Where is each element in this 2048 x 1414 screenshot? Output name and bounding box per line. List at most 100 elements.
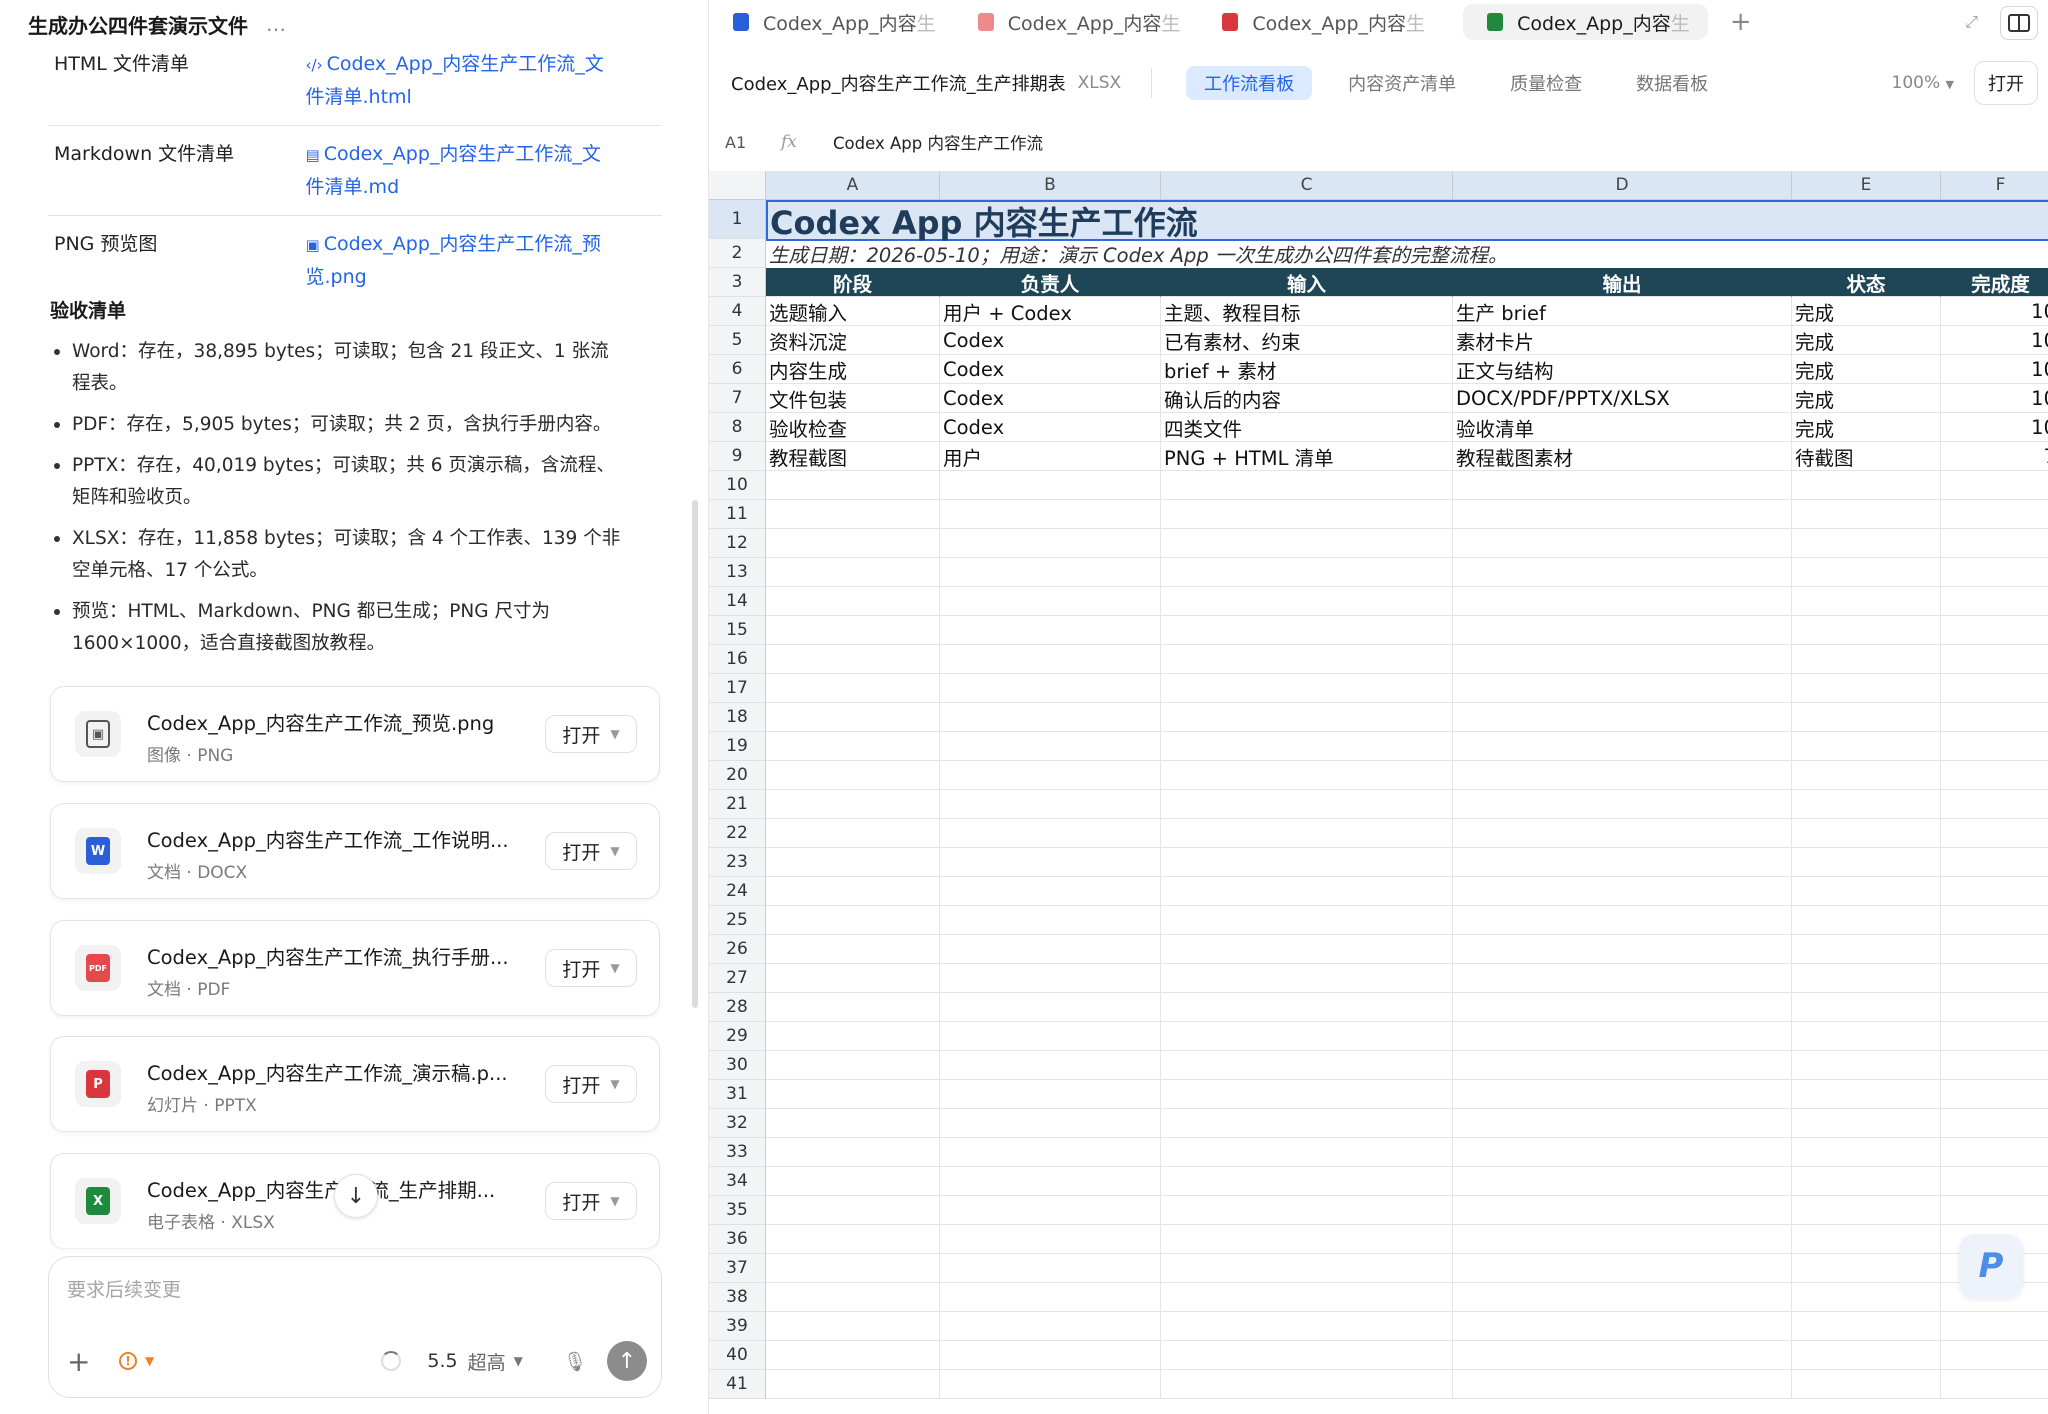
row-header[interactable]: 6 bbox=[709, 355, 766, 384]
row-header[interactable]: 14 bbox=[709, 587, 766, 616]
empty-cell[interactable] bbox=[940, 1051, 1161, 1080]
empty-cell[interactable] bbox=[1792, 616, 1941, 645]
file-card[interactable]: PDF Codex_App_内容生产工作流_执行手册... 文档 · PDF 打开 ▼ bbox=[50, 920, 660, 1016]
empty-cell[interactable] bbox=[1161, 1225, 1453, 1254]
row-header[interactable]: 10 bbox=[709, 471, 766, 500]
empty-cell[interactable] bbox=[1941, 1138, 2048, 1167]
table-cell[interactable]: Codex bbox=[940, 384, 1161, 413]
table-cell[interactable]: 用户 + Codex bbox=[940, 297, 1161, 326]
empty-cell[interactable] bbox=[766, 935, 940, 964]
empty-cell[interactable] bbox=[1161, 674, 1453, 703]
empty-cell[interactable] bbox=[1941, 1341, 2048, 1370]
empty-cell[interactable] bbox=[1453, 1138, 1792, 1167]
empty-cell[interactable] bbox=[1453, 848, 1792, 877]
empty-cell[interactable] bbox=[1453, 1370, 1792, 1399]
empty-cell[interactable] bbox=[1161, 1109, 1453, 1138]
empty-cell[interactable] bbox=[1453, 471, 1792, 500]
row-header[interactable]: 32 bbox=[709, 1109, 766, 1138]
empty-cell[interactable] bbox=[1453, 964, 1792, 993]
file-tab[interactable]: Codex_App_内容生 bbox=[1463, 4, 1708, 40]
file-link-line2[interactable]: 览.png bbox=[306, 266, 367, 288]
empty-cell[interactable] bbox=[1161, 790, 1453, 819]
empty-cell[interactable] bbox=[1161, 529, 1453, 558]
table-cell[interactable]: 10 bbox=[1941, 413, 2048, 442]
empty-cell[interactable] bbox=[1161, 1080, 1453, 1109]
file-tab[interactable]: Codex_App_内容生 bbox=[709, 4, 954, 40]
row-header[interactable]: 19 bbox=[709, 732, 766, 761]
open-button[interactable]: 打开 bbox=[1974, 61, 2038, 105]
composer[interactable]: 要求后续变更 + ! ▼ 5.5 超高 ▼ 🎙 ↑ bbox=[48, 1256, 662, 1398]
empty-cell[interactable] bbox=[1161, 558, 1453, 587]
new-tab-icon[interactable]: + bbox=[1730, 7, 1752, 37]
empty-cell[interactable] bbox=[1161, 471, 1453, 500]
row-header[interactable]: 12 bbox=[709, 529, 766, 558]
open-button[interactable]: 打开 ▼ bbox=[545, 949, 637, 987]
table-cell[interactable]: 用户 bbox=[940, 442, 1161, 471]
empty-cell[interactable] bbox=[1792, 500, 1941, 529]
empty-cell[interactable] bbox=[1161, 1167, 1453, 1196]
empty-cell[interactable] bbox=[1792, 674, 1941, 703]
table-cell[interactable]: 内容生成 bbox=[766, 355, 940, 384]
empty-cell[interactable] bbox=[766, 761, 940, 790]
table-header-cell[interactable]: 完成度 bbox=[1941, 268, 2048, 297]
table-header-cell[interactable]: 状态 bbox=[1792, 268, 1941, 297]
empty-cell[interactable] bbox=[1792, 790, 1941, 819]
table-cell[interactable]: 文件包装 bbox=[766, 384, 940, 413]
open-button[interactable]: 打开 ▼ bbox=[545, 1182, 637, 1220]
empty-cell[interactable] bbox=[1161, 732, 1453, 761]
empty-cell[interactable] bbox=[1453, 1022, 1792, 1051]
empty-cell[interactable] bbox=[1941, 1109, 2048, 1138]
empty-cell[interactable] bbox=[1941, 790, 2048, 819]
row-header[interactable]: 16 bbox=[709, 645, 766, 674]
row-header[interactable]: 29 bbox=[709, 1022, 766, 1051]
empty-cell[interactable] bbox=[1792, 703, 1941, 732]
table-cell[interactable]: 素材卡片 bbox=[1453, 326, 1792, 355]
empty-cell[interactable] bbox=[1792, 1109, 1941, 1138]
empty-cell[interactable] bbox=[1941, 674, 2048, 703]
table-cell[interactable]: 正文与结构 bbox=[1453, 355, 1792, 384]
row-header[interactable]: 11 bbox=[709, 500, 766, 529]
row-header[interactable]: 1 bbox=[709, 200, 766, 239]
sheet-title-cell[interactable]: Codex App 内容生产工作流 bbox=[766, 200, 2048, 242]
empty-cell[interactable] bbox=[1453, 1080, 1792, 1109]
empty-cell[interactable] bbox=[1161, 587, 1453, 616]
empty-cell[interactable] bbox=[766, 558, 940, 587]
open-button[interactable]: 打开 ▼ bbox=[545, 832, 637, 870]
empty-cell[interactable] bbox=[1453, 1196, 1792, 1225]
row-header[interactable]: 4 bbox=[709, 297, 766, 326]
empty-cell[interactable] bbox=[1161, 1196, 1453, 1225]
empty-cell[interactable] bbox=[766, 732, 940, 761]
empty-cell[interactable] bbox=[1453, 1283, 1792, 1312]
empty-cell[interactable] bbox=[1161, 906, 1453, 935]
empty-cell[interactable] bbox=[1792, 877, 1941, 906]
empty-cell[interactable] bbox=[1161, 993, 1453, 1022]
empty-cell[interactable] bbox=[1941, 558, 2048, 587]
empty-cell[interactable] bbox=[1941, 906, 2048, 935]
empty-cell[interactable] bbox=[766, 964, 940, 993]
empty-cell[interactable] bbox=[766, 1341, 940, 1370]
empty-cell[interactable] bbox=[1941, 1022, 2048, 1051]
empty-cell[interactable] bbox=[1453, 703, 1792, 732]
empty-cell[interactable] bbox=[1453, 935, 1792, 964]
empty-cell[interactable] bbox=[1941, 1080, 2048, 1109]
empty-cell[interactable] bbox=[1161, 616, 1453, 645]
empty-cell[interactable] bbox=[1792, 935, 1941, 964]
empty-cell[interactable] bbox=[1453, 616, 1792, 645]
empty-cell[interactable] bbox=[1453, 1051, 1792, 1080]
sheet-tab[interactable]: 质量检查 bbox=[1492, 66, 1600, 100]
row-header[interactable]: 23 bbox=[709, 848, 766, 877]
permission-toggle[interactable]: ! ▼ bbox=[119, 1352, 154, 1370]
empty-cell[interactable] bbox=[766, 1051, 940, 1080]
table-cell[interactable]: brief + 素材 bbox=[1161, 355, 1453, 384]
empty-cell[interactable] bbox=[766, 703, 940, 732]
empty-cell[interactable] bbox=[940, 790, 1161, 819]
empty-cell[interactable] bbox=[1792, 732, 1941, 761]
empty-cell[interactable] bbox=[1941, 1196, 2048, 1225]
empty-cell[interactable] bbox=[940, 616, 1161, 645]
table-cell[interactable]: 验收清单 bbox=[1453, 413, 1792, 442]
empty-cell[interactable] bbox=[1161, 500, 1453, 529]
sheet-tab[interactable]: 工作流看板 bbox=[1186, 66, 1313, 100]
more-options-icon[interactable]: … bbox=[266, 12, 287, 36]
empty-cell[interactable] bbox=[1453, 819, 1792, 848]
file-link[interactable]: ▣ Codex_App_内容生产工作流_预 览.png bbox=[306, 228, 662, 293]
